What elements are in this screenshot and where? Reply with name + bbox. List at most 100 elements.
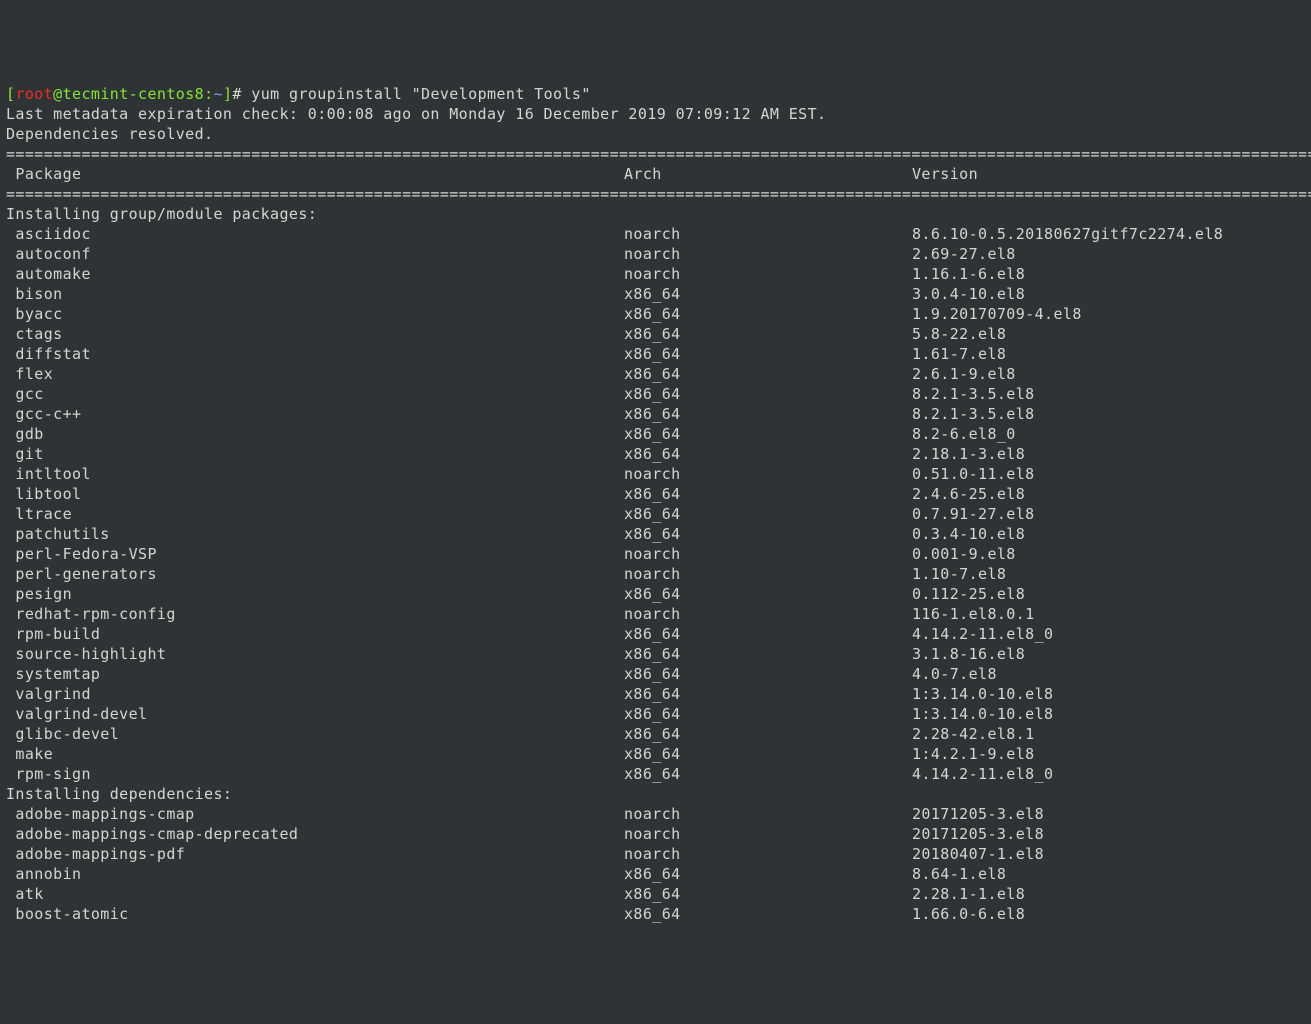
package-name: gdb xyxy=(6,424,624,444)
package-arch: x86_64 xyxy=(624,404,912,424)
package-version: 20180407-1.el8 xyxy=(912,845,1044,863)
package-name: rpm-sign xyxy=(6,764,624,784)
package-name: valgrind xyxy=(6,684,624,704)
divider-line: ========================================… xyxy=(6,144,1305,164)
package-name: patchutils xyxy=(6,524,624,544)
package-row: adobe-mappings-cmapnoarch20171205-3.el8 xyxy=(6,804,1305,824)
package-arch: x86_64 xyxy=(624,724,912,744)
package-version: 1:4.2.1-9.el8 xyxy=(912,745,1035,763)
package-version: 1.16.1-6.el8 xyxy=(912,265,1025,283)
resolved-text: Dependencies resolved. xyxy=(6,125,213,143)
package-row: atkx86_642.28.1-1.el8 xyxy=(6,884,1305,904)
package-row: rpm-buildx86_644.14.2-11.el8_0 xyxy=(6,624,1305,644)
package-arch: noarch xyxy=(624,464,912,484)
section-title: Installing group/module packages: xyxy=(6,204,1305,224)
package-name: git xyxy=(6,444,624,464)
package-arch: noarch xyxy=(624,564,912,584)
package-row: pesignx86_640.112-25.el8 xyxy=(6,584,1305,604)
prompt-line: [root@tecmint-centos8:~]# yum groupinsta… xyxy=(6,84,1305,104)
package-arch: x86_64 xyxy=(624,684,912,704)
package-arch: x86_64 xyxy=(624,344,912,364)
prompt-hash: # xyxy=(232,85,241,103)
package-version: 8.64-1.el8 xyxy=(912,865,1006,883)
package-version: 20171205-3.el8 xyxy=(912,825,1044,843)
package-row: diffstatx86_641.61-7.el8 xyxy=(6,344,1305,364)
package-version: 2.28-42.el8.1 xyxy=(912,725,1035,743)
package-row: byaccx86_641.9.20170709-4.el8 xyxy=(6,304,1305,324)
package-version: 4.14.2-11.el8_0 xyxy=(912,765,1053,783)
package-arch: noarch xyxy=(624,244,912,264)
package-name: source-highlight xyxy=(6,644,624,664)
package-version: 1.9.20170709-4.el8 xyxy=(912,305,1082,323)
package-row: gitx86_642.18.1-3.el8 xyxy=(6,444,1305,464)
package-row: systemtapx86_644.0-7.el8 xyxy=(6,664,1305,684)
package-arch: x86_64 xyxy=(624,644,912,664)
package-arch: x86_64 xyxy=(624,704,912,724)
package-version: 8.2-6.el8_0 xyxy=(912,425,1016,443)
divider: ========================================… xyxy=(6,145,1311,163)
package-row: asciidocnoarch8.6.10-0.5.20180627gitf7c2… xyxy=(6,224,1305,244)
package-version: 0.001-9.el8 xyxy=(912,545,1016,563)
package-arch: x86_64 xyxy=(624,764,912,784)
package-row: libtoolx86_642.4.6-25.el8 xyxy=(6,484,1305,504)
package-name: redhat-rpm-config xyxy=(6,604,624,624)
package-name: intltool xyxy=(6,464,624,484)
package-version: 0.51.0-11.el8 xyxy=(912,465,1035,483)
package-name: autoconf xyxy=(6,244,624,264)
package-arch: x86_64 xyxy=(624,384,912,404)
section1-title: Installing group/module packages: xyxy=(6,205,317,223)
package-name: automake xyxy=(6,264,624,284)
command-text: yum groupinstall "Development Tools" xyxy=(242,85,591,103)
at-sign: @ xyxy=(53,85,62,103)
package-version: 2.4.6-25.el8 xyxy=(912,485,1025,503)
header-package: Package xyxy=(6,164,624,184)
package-row: autoconfnoarch2.69-27.el8 xyxy=(6,244,1305,264)
package-name: valgrind-devel xyxy=(6,704,624,724)
package-arch: x86_64 xyxy=(624,904,912,924)
package-row: valgrindx86_641:3.14.0-10.el8 xyxy=(6,684,1305,704)
package-name: annobin xyxy=(6,864,624,884)
package-name: libtool xyxy=(6,484,624,504)
package-row: redhat-rpm-confignoarch116-1.el8.0.1 xyxy=(6,604,1305,624)
package-name: adobe-mappings-cmap xyxy=(6,804,624,824)
package-version: 4.0-7.el8 xyxy=(912,665,997,683)
package-version: 5.8-22.el8 xyxy=(912,325,1006,343)
package-row: bisonx86_643.0.4-10.el8 xyxy=(6,284,1305,304)
package-version: 4.14.2-11.el8_0 xyxy=(912,625,1053,643)
package-arch: x86_64 xyxy=(624,364,912,384)
package-name: ltrace xyxy=(6,504,624,524)
package-row: gccx86_648.2.1-3.5.el8 xyxy=(6,384,1305,404)
package-arch: x86_64 xyxy=(624,504,912,524)
package-row: flexx86_642.6.1-9.el8 xyxy=(6,364,1305,384)
package-version: 1.10-7.el8 xyxy=(912,565,1006,583)
package-version: 2.28.1-1.el8 xyxy=(912,885,1025,903)
package-version: 3.0.4-10.el8 xyxy=(912,285,1025,303)
package-name: atk xyxy=(6,884,624,904)
package-row: adobe-mappings-pdfnoarch20180407-1.el8 xyxy=(6,844,1305,864)
package-arch: x86_64 xyxy=(624,444,912,464)
package-name: perl-generators xyxy=(6,564,624,584)
prompt-user: root xyxy=(15,85,53,103)
terminal-output[interactable]: [root@tecmint-centos8:~]# yum groupinsta… xyxy=(6,84,1305,924)
prompt-host: tecmint-centos8 xyxy=(63,85,204,103)
package-version: 0.3.4-10.el8 xyxy=(912,525,1025,543)
divider-line: ========================================… xyxy=(6,184,1305,204)
package-row: glibc-develx86_642.28-42.el8.1 xyxy=(6,724,1305,744)
package-name: boost-atomic xyxy=(6,904,624,924)
package-version: 8.2.1-3.5.el8 xyxy=(912,405,1035,423)
package-row: makex86_641:4.2.1-9.el8 xyxy=(6,744,1305,764)
package-name: rpm-build xyxy=(6,624,624,644)
package-arch: x86_64 xyxy=(624,864,912,884)
package-arch: noarch xyxy=(624,544,912,564)
package-version: 1.66.0-6.el8 xyxy=(912,905,1025,923)
header-arch: Arch xyxy=(624,164,912,184)
package-arch: noarch xyxy=(624,264,912,284)
package-version: 3.1.8-16.el8 xyxy=(912,645,1025,663)
package-arch: x86_64 xyxy=(624,304,912,324)
package-name: gcc-c++ xyxy=(6,404,624,424)
metadata-text: Last metadata expiration check: 0:00:08 … xyxy=(6,105,826,123)
package-arch: x86_64 xyxy=(624,884,912,904)
package-arch: x86_64 xyxy=(624,324,912,344)
package-name: adobe-mappings-pdf xyxy=(6,844,624,864)
package-name: systemtap xyxy=(6,664,624,684)
